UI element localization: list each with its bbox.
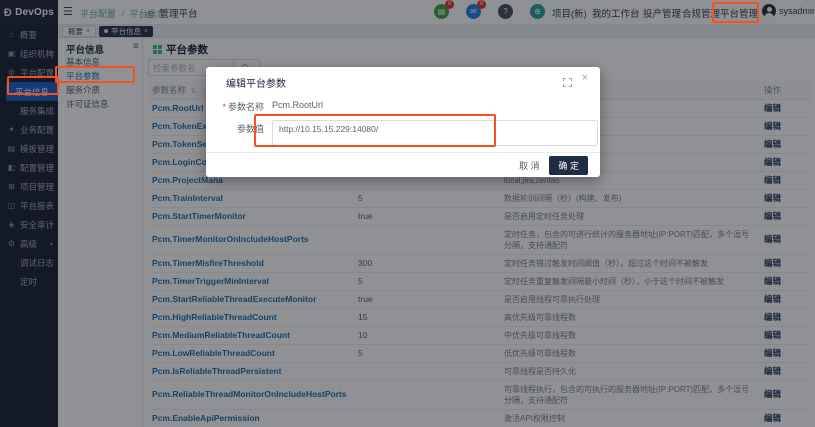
dialog-footer: 取 消 确 定 [206, 152, 600, 177]
confirm-button[interactable]: 确 定 [549, 156, 588, 175]
cancel-button[interactable]: 取 消 [519, 159, 540, 172]
dialog-title: 编辑平台参数 [226, 79, 286, 90]
edit-parameter-dialog: 编辑平台参数 × *参数名称 Pcm.RootUrl 参数值 http://10… [206, 67, 600, 177]
modal-backdrop [0, 0, 815, 427]
dialog-header: 编辑平台参数 × [206, 67, 600, 91]
close-icon[interactable]: × [582, 72, 588, 84]
param-value-input[interactable]: http://10.15.15.229:14080/ [272, 120, 598, 146]
param-value-label: 参数值 [206, 120, 264, 135]
required-asterisk: * [222, 102, 226, 112]
fullscreen-icon[interactable] [563, 74, 572, 92]
param-name-row: *参数名称 Pcm.RootUrl [206, 98, 600, 113]
param-name-value: Pcm.RootUrl [272, 98, 323, 110]
param-name-label: *参数名称 [206, 98, 264, 113]
param-value-row: 参数值 http://10.15.15.229:14080/ [206, 120, 600, 146]
app-window: Ɖ DevOps ☰ 平台配置 / 平台信息 ◎ 管理平台 ▤0✉0?⊕ 项目(… [0, 0, 815, 427]
